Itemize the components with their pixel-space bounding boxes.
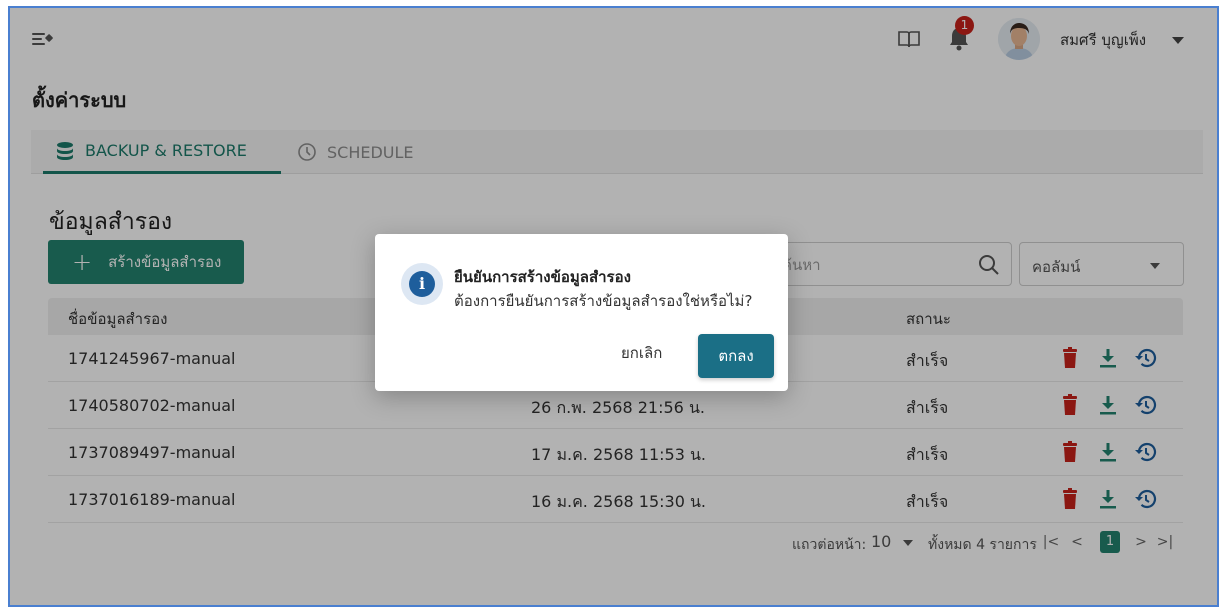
- info-icon: i: [409, 271, 435, 297]
- dialog-title: ยืนยันการสร้างข้อมูลสำรอง: [454, 268, 631, 286]
- cancel-button[interactable]: ยกเลิก: [621, 341, 662, 365]
- app-window: 1 สมศรี บุญเพ็ง ตั้งค่าระบบ BACKUP & RES…: [8, 6, 1219, 607]
- info-icon-wrap: i: [401, 263, 443, 305]
- confirm-button[interactable]: ตกลง: [698, 334, 774, 378]
- confirm-dialog: i ยืนยันการสร้างข้อมูลสำรอง ต้องการยืนยั…: [375, 234, 788, 391]
- dialog-message: ต้องการยืนยันการสร้างข้อมูลสำรองใช่หรือไ…: [454, 292, 753, 310]
